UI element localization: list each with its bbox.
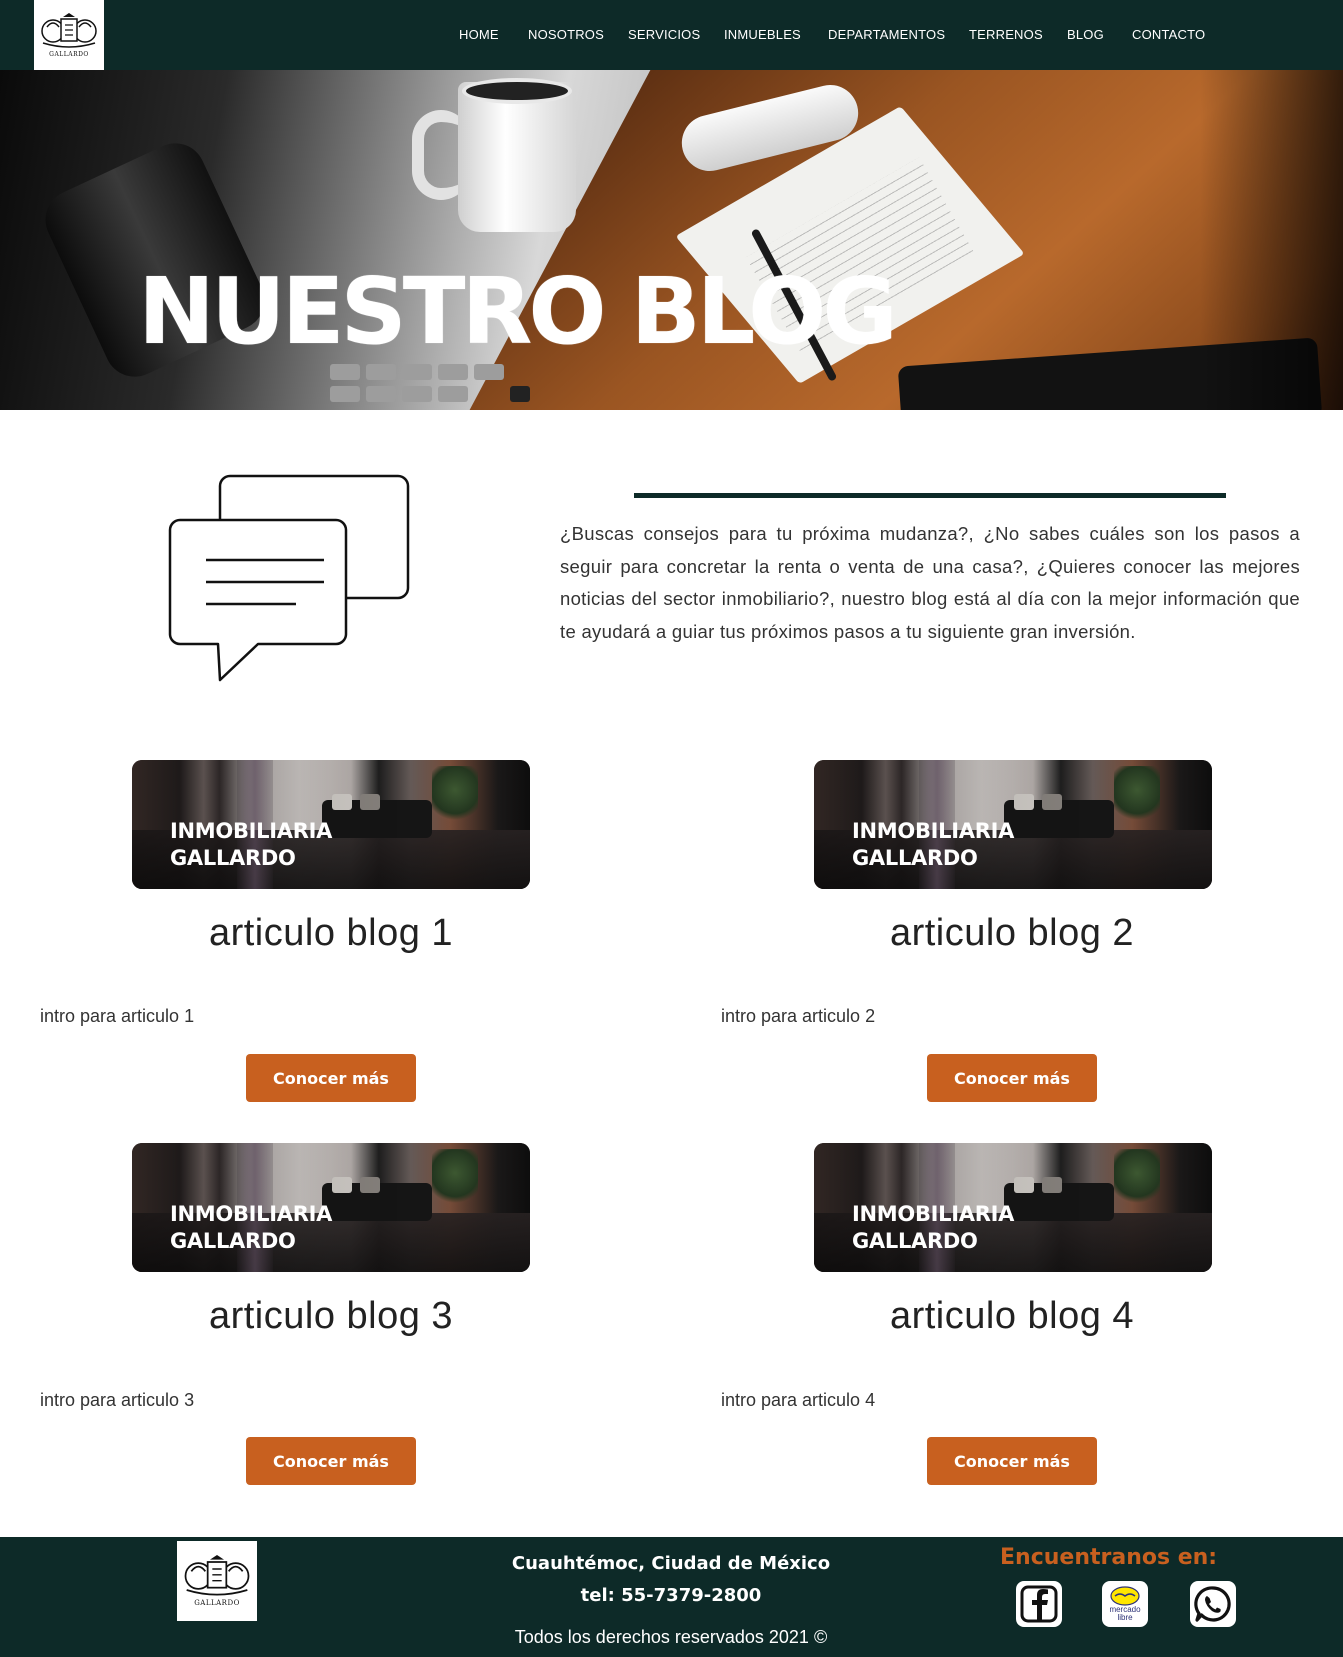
facebook-icon xyxy=(1020,1585,1058,1623)
article-3-intro: intro para articulo 3 xyxy=(40,1390,195,1410)
main-nav: HOME NOSOTROS SERVICIOS INMUEBLES DEPART… xyxy=(0,0,1343,70)
nav-home[interactable]: HOME xyxy=(459,27,499,42)
nav-terrenos[interactable]: TERRENOS xyxy=(969,27,1043,42)
footer-logo-text: GALLARDO xyxy=(194,1599,240,1607)
badge-line-1: INMOBILIARIA xyxy=(170,819,333,843)
footer-address: Cuauhtémoc, Ciudad de México xyxy=(511,1553,831,1574)
article-2-image[interactable]: INMOBILIARIA GALLARDO xyxy=(814,760,1212,889)
hero-shadow xyxy=(1200,70,1343,410)
article-2-read-more-button[interactable]: Conocer más xyxy=(927,1054,1097,1102)
footer-find-us: Encuentranos en: xyxy=(1000,1545,1218,1570)
whatsapp-icon xyxy=(1194,1586,1231,1622)
article-2-intro: intro para articulo 2 xyxy=(721,1006,876,1026)
article-1-badge: INMOBILIARIA GALLARDO xyxy=(170,818,332,872)
article-1-intro: intro para articulo 1 xyxy=(40,1006,195,1026)
whatsapp-link[interactable] xyxy=(1190,1581,1236,1627)
nav-blog[interactable]: BLOG xyxy=(1067,27,1104,42)
nav-inmuebles[interactable]: INMUEBLES xyxy=(724,27,801,42)
article-4-badge: INMOBILIARIA GALLARDO xyxy=(852,1201,1014,1255)
coffee-image xyxy=(462,78,572,104)
article-3-badge: INMOBILIARIA GALLARDO xyxy=(170,1201,332,1255)
facebook-link[interactable] xyxy=(1016,1581,1062,1627)
crest-icon xyxy=(184,1555,250,1596)
badge-line-1: INMOBILIARIA xyxy=(852,1202,1015,1226)
hero-banner: NUESTRO BLOG xyxy=(0,70,1343,410)
footer-copyright: Todos los derechos reservados 2021 © xyxy=(514,1627,828,1647)
nav-servicios[interactable]: SERVICIOS xyxy=(628,27,700,42)
badge-line-2: GALLARDO xyxy=(852,846,978,870)
article-1-read-more-button[interactable]: Conocer más xyxy=(246,1054,416,1102)
article-4-image[interactable]: INMOBILIARIA GALLARDO xyxy=(814,1143,1212,1272)
article-4-intro: intro para articulo 4 xyxy=(721,1390,876,1410)
chat-bubbles-icon xyxy=(168,474,410,682)
coffee-mug-image xyxy=(458,82,576,232)
nav-contacto[interactable]: CONTACTO xyxy=(1132,27,1205,42)
badge-line-2: GALLARDO xyxy=(852,1229,978,1253)
mercado-libre-icon: mercado libre xyxy=(1109,1586,1141,1622)
footer-phone: tel: 55-7379-2800 xyxy=(580,1585,762,1606)
hero-title: NUESTRO BLOG xyxy=(138,258,898,365)
badge-line-1: INMOBILIARIA xyxy=(170,1202,333,1226)
article-3-image[interactable]: INMOBILIARIA GALLARDO xyxy=(132,1143,530,1272)
article-2-title[interactable]: articulo blog 2 xyxy=(732,912,1292,955)
article-1-title[interactable]: articulo blog 1 xyxy=(51,912,611,955)
svg-text:libre: libre xyxy=(1117,1613,1133,1622)
article-3-title[interactable]: articulo blog 3 xyxy=(51,1295,611,1338)
nav-departamentos[interactable]: DEPARTAMENTOS xyxy=(828,27,945,42)
article-4-title[interactable]: articulo blog 4 xyxy=(732,1295,1292,1338)
badge-line-2: GALLARDO xyxy=(170,846,296,870)
site-header: GALLARDO HOME NOSOTROS SERVICIOS INMUEBL… xyxy=(0,0,1343,70)
intro-divider xyxy=(634,493,1226,498)
footer-logo[interactable]: GALLARDO xyxy=(177,1541,257,1621)
intro-paragraph: ¿Buscas consejos para tu próxima mudanza… xyxy=(560,523,1300,642)
badge-line-2: GALLARDO xyxy=(170,1229,296,1253)
article-4-read-more-button[interactable]: Conocer más xyxy=(927,1437,1097,1485)
article-3-read-more-button[interactable]: Conocer más xyxy=(246,1437,416,1485)
article-1-image[interactable]: INMOBILIARIA GALLARDO xyxy=(132,760,530,889)
mercado-libre-link[interactable]: mercado libre xyxy=(1102,1581,1148,1627)
badge-line-1: INMOBILIARIA xyxy=(852,819,1015,843)
article-2-badge: INMOBILIARIA GALLARDO xyxy=(852,818,1014,872)
site-footer: GALLARDO Cuauhtémoc, Ciudad de México te… xyxy=(0,1537,1343,1657)
nav-nosotros[interactable]: NOSOTROS xyxy=(528,27,604,42)
